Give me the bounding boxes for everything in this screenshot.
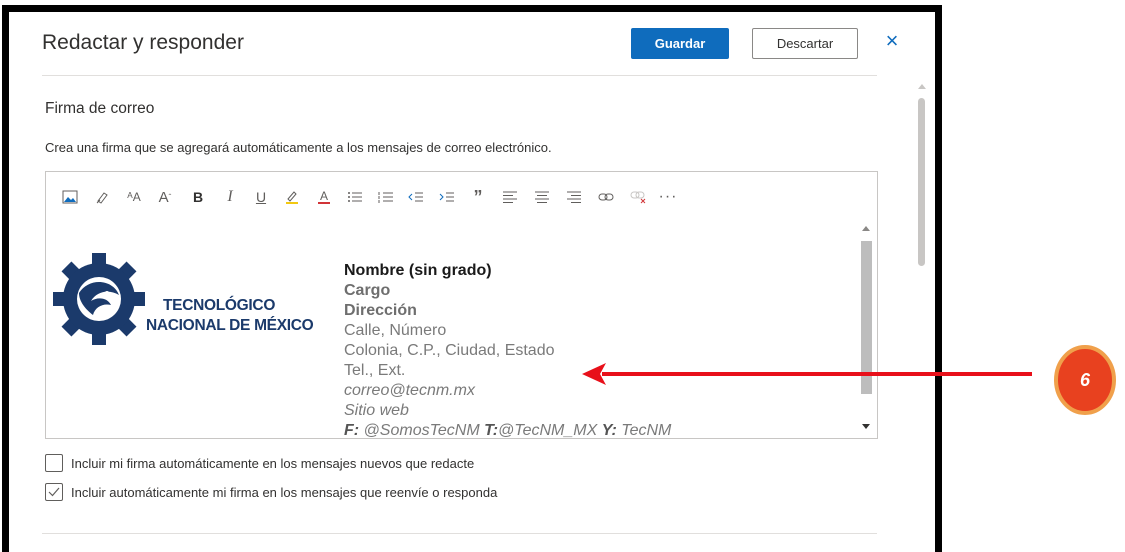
svg-text:A: A bbox=[320, 189, 328, 203]
align-right-icon[interactable] bbox=[562, 186, 586, 208]
decrease-indent-icon[interactable] bbox=[404, 186, 428, 208]
social-f-value: @SomosTecNM bbox=[359, 422, 485, 439]
settings-dialog: Redactar y responder Guardar Descartar ×… bbox=[9, 12, 935, 552]
auto-new-option[interactable]: Incluir mi firma automáticamente en los … bbox=[45, 453, 474, 473]
auto-reply-option[interactable]: Incluir automáticamente mi firma en los … bbox=[45, 482, 497, 502]
signature-direccion: Dirección bbox=[344, 302, 417, 319]
save-button[interactable]: Guardar bbox=[631, 28, 729, 59]
divider bbox=[42, 75, 877, 76]
editor-toolbar: ᴬA Aˆ B I U A ” ··· bbox=[46, 172, 877, 220]
divider bbox=[42, 533, 877, 534]
more-options-icon[interactable]: ··· bbox=[656, 186, 680, 208]
scroll-up-icon[interactable] bbox=[862, 226, 870, 231]
signature-text-block: Nombre (sin grado) Cargo Dirección Calle… bbox=[344, 261, 672, 439]
logo-text-line1: TECNOLÓGICO bbox=[163, 297, 276, 314]
auto-reply-checkbox[interactable] bbox=[45, 483, 63, 501]
dialog-title: Redactar y responder bbox=[42, 31, 244, 54]
quote-icon[interactable]: ” bbox=[466, 186, 490, 208]
align-center-icon[interactable] bbox=[530, 186, 554, 208]
section-title: Firma de correo bbox=[45, 100, 155, 117]
underline-icon[interactable]: U bbox=[249, 186, 273, 208]
signature-editor[interactable]: ᴬA Aˆ B I U A ” ··· TECNOLÓGICO NACIONAL… bbox=[45, 171, 878, 439]
signature-social: F: @SomosTecNM T:@TecNM_MX Y: TecNM bbox=[344, 421, 672, 439]
italic-icon[interactable]: I bbox=[218, 186, 242, 208]
scroll-up-icon[interactable] bbox=[918, 84, 926, 89]
signature-content[interactable]: TECNOLÓGICO NACIONAL DE MÉXICO Nombre (s… bbox=[46, 228, 841, 439]
align-left-icon[interactable] bbox=[498, 186, 522, 208]
signature-colonia: Colonia, C.P., Ciudad, Estado bbox=[344, 342, 555, 359]
close-icon[interactable]: × bbox=[881, 30, 903, 52]
bold-icon[interactable]: B bbox=[186, 186, 210, 208]
checkmark-icon bbox=[48, 487, 60, 497]
logo-text-line2: NACIONAL DE MÉXICO bbox=[146, 317, 314, 334]
scroll-thumb[interactable] bbox=[918, 98, 925, 266]
step-number: 6 bbox=[1079, 369, 1090, 390]
auto-reply-label[interactable]: Incluir automáticamente mi firma en los … bbox=[71, 485, 497, 500]
highlight-icon[interactable] bbox=[280, 186, 304, 208]
section-description: Crea una firma que se agregará automátic… bbox=[45, 140, 552, 155]
bullets-icon[interactable] bbox=[343, 186, 367, 208]
link-icon[interactable] bbox=[594, 186, 618, 208]
editor-scrollbar[interactable] bbox=[858, 220, 874, 435]
red-arrow-icon bbox=[582, 363, 1032, 385]
image-icon[interactable] bbox=[58, 186, 82, 208]
numbering-icon[interactable] bbox=[374, 186, 398, 208]
social-f-label: F: bbox=[344, 422, 360, 439]
signature-cargo: Cargo bbox=[344, 282, 391, 299]
social-y-value: TecNM bbox=[616, 422, 672, 439]
increase-indent-icon[interactable] bbox=[435, 186, 459, 208]
font-color-icon[interactable]: A bbox=[312, 186, 336, 208]
discard-button[interactable]: Descartar bbox=[752, 28, 858, 59]
social-y-label: Y: bbox=[601, 422, 617, 439]
auto-new-checkbox[interactable] bbox=[45, 454, 63, 472]
grow-font-icon[interactable]: Aˆ bbox=[153, 186, 177, 208]
font-size-icon[interactable]: ᴬA bbox=[122, 186, 146, 208]
auto-new-label[interactable]: Incluir mi firma automáticamente en los … bbox=[71, 456, 474, 471]
scroll-down-icon[interactable] bbox=[862, 424, 870, 429]
signature-web: Sitio web bbox=[344, 402, 409, 419]
remove-link-icon[interactable] bbox=[626, 186, 650, 208]
signature-name: Nombre (sin grado) bbox=[344, 262, 492, 279]
dialog-scrollbar[interactable] bbox=[915, 80, 929, 550]
social-t-label: T: bbox=[484, 422, 499, 439]
social-t-value: @TecNM_MX bbox=[498, 422, 602, 439]
signature-calle: Calle, Número bbox=[344, 322, 447, 339]
format-painter-icon[interactable] bbox=[91, 186, 115, 208]
